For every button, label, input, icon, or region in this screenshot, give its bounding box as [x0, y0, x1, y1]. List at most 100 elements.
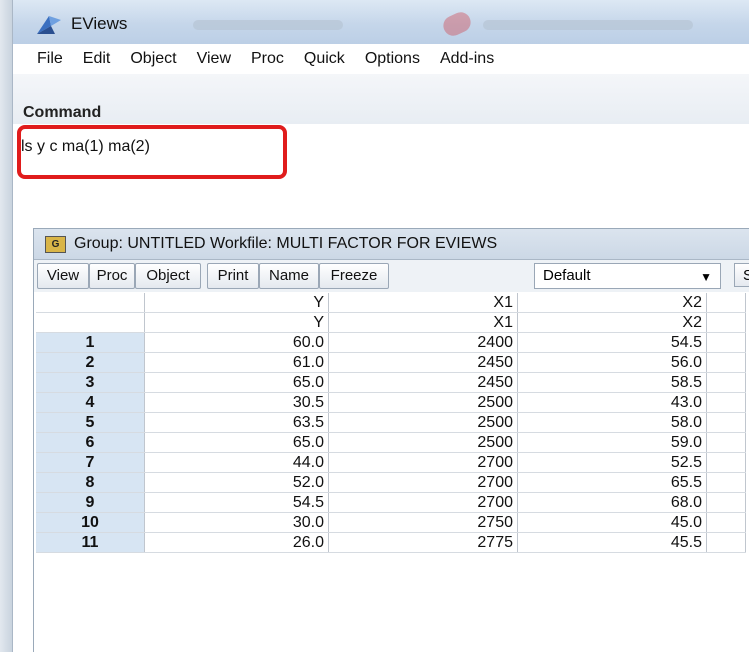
menu-proc[interactable]: Proc: [251, 50, 284, 68]
x1-cell[interactable]: 2450: [328, 372, 518, 393]
x1-cell[interactable]: 2500: [328, 392, 518, 413]
desktop-edge: [0, 0, 12, 652]
empty-cell: [706, 312, 746, 333]
x1-cell[interactable]: 2750: [328, 512, 518, 533]
empty-cell: [706, 472, 746, 493]
y-cell[interactable]: 52.0: [144, 472, 329, 493]
y-cell[interactable]: 60.0: [144, 332, 329, 353]
x1-cell[interactable]: 2700: [328, 472, 518, 493]
blurred-title-text: [193, 20, 343, 30]
group-title-bar: G Group: UNTITLED Workfile: MULTI FACTOR…: [34, 229, 749, 260]
table-row: 5 63.5 2500 58.0: [36, 412, 746, 433]
empty-cell: [706, 332, 746, 353]
x2-cell[interactable]: 56.0: [517, 352, 707, 373]
table-row: 1 60.0 2400 54.5: [36, 332, 746, 353]
column-header[interactable]: Y: [144, 293, 329, 313]
x2-cell[interactable]: 65.5: [517, 472, 707, 493]
x1-cell[interactable]: 2700: [328, 492, 518, 513]
display-format-dropdown[interactable]: Default ▼: [534, 263, 721, 289]
menu-edit[interactable]: Edit: [83, 50, 111, 68]
table-row: 10 30.0 2750 45.0: [36, 512, 746, 533]
freeze-button[interactable]: Freeze: [319, 263, 389, 289]
command-highlight-box: [17, 125, 287, 179]
blurred-title-text: [483, 20, 693, 30]
command-header: [13, 74, 749, 124]
y-cell[interactable]: 30.5: [144, 392, 329, 413]
column-header[interactable]: X2: [517, 293, 707, 313]
column-subheader: Y: [144, 312, 329, 333]
empty-cell: [706, 372, 746, 393]
empty-cell: [706, 293, 746, 313]
app-title: EViews: [71, 14, 128, 33]
y-cell[interactable]: 44.0: [144, 452, 329, 473]
x2-cell[interactable]: 52.5: [517, 452, 707, 473]
table-row: 7 44.0 2700 52.5: [36, 452, 746, 473]
x1-cell[interactable]: 2500: [328, 432, 518, 453]
obs-header-cell: [36, 312, 145, 333]
y-cell[interactable]: 30.0: [144, 512, 329, 533]
y-cell[interactable]: 65.0: [144, 372, 329, 393]
obs-label: 11: [36, 532, 145, 553]
menu-file[interactable]: File: [37, 50, 63, 68]
y-cell[interactable]: 65.0: [144, 432, 329, 453]
y-cell[interactable]: 61.0: [144, 352, 329, 373]
obs-label: 9: [36, 492, 145, 513]
menu-add-ins[interactable]: Add-ins: [440, 50, 494, 68]
column-header-row: Y X1 X2: [36, 293, 746, 313]
x2-cell[interactable]: 54.5: [517, 332, 707, 353]
menu-bar: File Edit Object View Proc Quick Options…: [13, 44, 749, 74]
table-row: 11 26.0 2775 45.5: [36, 532, 746, 553]
y-cell[interactable]: 54.5: [144, 492, 329, 513]
eviews-window: EViews File Edit Object View Proc Quick …: [12, 0, 749, 652]
obs-label: 2: [36, 352, 145, 373]
table-row: 2 61.0 2450 56.0: [36, 352, 746, 373]
chevron-down-icon: ▼: [700, 270, 712, 284]
menu-options[interactable]: Options: [365, 50, 420, 68]
x2-cell[interactable]: 58.0: [517, 412, 707, 433]
truncated-button[interactable]: S: [734, 263, 749, 287]
data-grid: Y X1 X2 Y X1 X2 1 60.0 2400 54.5 2 61.0 2450 5…: [36, 293, 746, 553]
blurred-icon: [440, 9, 474, 39]
x1-cell[interactable]: 2400: [328, 332, 518, 353]
obs-label: 6: [36, 432, 145, 453]
x2-cell[interactable]: 45.0: [517, 512, 707, 533]
x1-cell[interactable]: 2775: [328, 532, 518, 553]
empty-cell: [706, 512, 746, 533]
y-cell[interactable]: 26.0: [144, 532, 329, 553]
x1-cell[interactable]: 2450: [328, 352, 518, 373]
title-bar: EViews: [13, 0, 749, 45]
group-icon: G: [45, 236, 66, 253]
menu-quick[interactable]: Quick: [304, 50, 345, 68]
menu-object[interactable]: Object: [130, 50, 176, 68]
obs-label: 7: [36, 452, 145, 473]
menu-view[interactable]: View: [197, 50, 231, 68]
obs-label: 10: [36, 512, 145, 533]
proc-button[interactable]: Proc: [89, 263, 135, 289]
eviews-logo-icon: [37, 16, 61, 34]
group-window: G Group: UNTITLED Workfile: MULTI FACTOR…: [33, 228, 749, 652]
view-button[interactable]: View: [37, 263, 89, 289]
table-row: 6 65.0 2500 59.0: [36, 432, 746, 453]
name-button[interactable]: Name: [259, 263, 319, 289]
command-label: Command: [23, 104, 102, 121]
obs-label: 5: [36, 412, 145, 433]
x1-cell[interactable]: 2700: [328, 452, 518, 473]
group-toolbar: View Proc Object Print Name Freeze Defau…: [34, 260, 749, 292]
x2-cell[interactable]: 68.0: [517, 492, 707, 513]
obs-label: 1: [36, 332, 145, 353]
x2-cell[interactable]: 59.0: [517, 432, 707, 453]
table-row: 8 52.0 2700 65.5: [36, 472, 746, 493]
column-header[interactable]: X1: [328, 293, 518, 313]
x2-cell[interactable]: 45.5: [517, 532, 707, 553]
table-row: 3 65.0 2450 58.5: [36, 372, 746, 393]
group-title: Group: UNTITLED Workfile: MULTI FACTOR F…: [74, 235, 498, 252]
x1-cell[interactable]: 2500: [328, 412, 518, 433]
x2-cell[interactable]: 58.5: [517, 372, 707, 393]
print-button[interactable]: Print: [207, 263, 259, 289]
y-cell[interactable]: 63.5: [144, 412, 329, 433]
obs-label: 3: [36, 372, 145, 393]
x2-cell[interactable]: 43.0: [517, 392, 707, 413]
object-button[interactable]: Object: [135, 263, 201, 289]
empty-cell: [706, 412, 746, 433]
column-subheader: X2: [517, 312, 707, 333]
